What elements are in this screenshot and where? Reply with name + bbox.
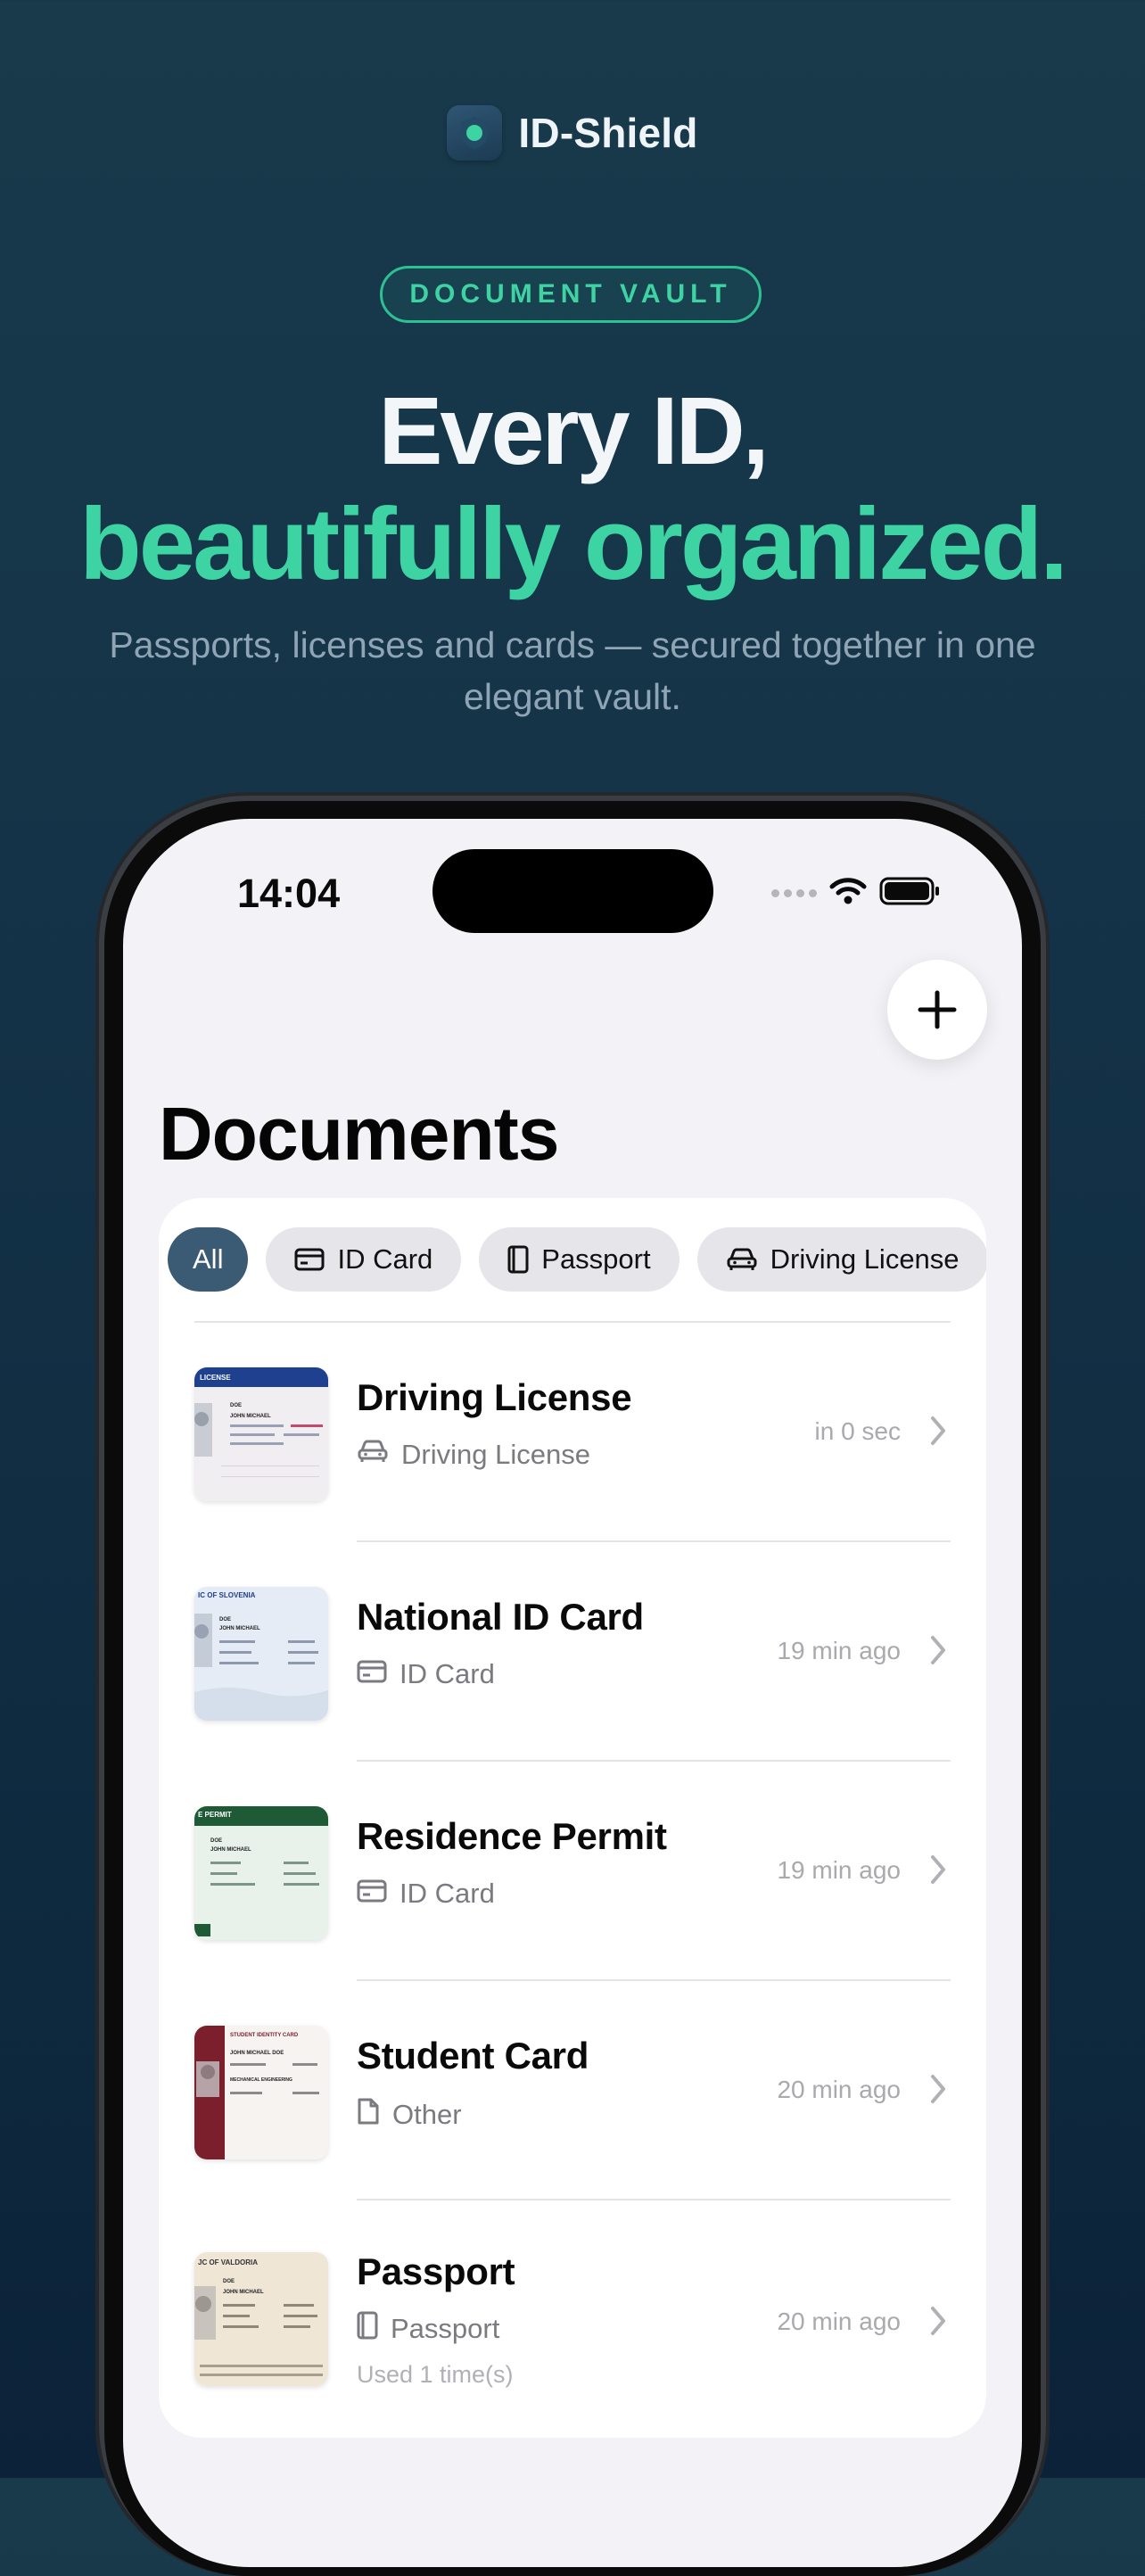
- chevron-right-icon: [926, 1632, 951, 1668]
- document-thumbnail: E PERMIT DOE JOHN MICHAEL: [194, 1806, 328, 1940]
- shield-logo-icon: [447, 105, 503, 161]
- hero-subtitle: Passports, licenses and cards — secured …: [109, 624, 1036, 717]
- document-row-residence-permit[interactable]: E PERMIT DOE JOHN MICHAEL Residence Perm…: [159, 1762, 986, 1981]
- document-time: 20 min ago: [777, 2308, 901, 2335]
- document-type-label: Driving License: [401, 1439, 590, 1470]
- dynamic-island: [432, 849, 713, 933]
- thumb-line-1: DOE: [210, 1838, 222, 1844]
- id-card-icon: [357, 1878, 387, 1910]
- thumb-header: LICENSE: [200, 1374, 231, 1382]
- thumb-line-1: JOHN MICHAEL DOE: [230, 2051, 284, 2056]
- document-title: National ID Card: [357, 1596, 644, 1638]
- document-time: 19 min ago: [777, 1856, 901, 1884]
- document-type-label: ID Card: [400, 1878, 495, 1909]
- filter-chip-driving-license[interactable]: Driving License: [696, 1227, 986, 1292]
- filter-chip-passport[interactable]: Passport: [479, 1227, 680, 1292]
- document-time: in 0 sec: [814, 1417, 902, 1445]
- chip-label: Driving License: [770, 1243, 960, 1275]
- document-type: Passport: [357, 2311, 499, 2347]
- document-row-student-card[interactable]: STUDENT IDENTITY CARD JOHN MICHAEL DOE M…: [159, 1981, 986, 2200]
- document-title: Driving License: [357, 1376, 632, 1418]
- document-thumbnail: IC OF SLOVENIA DOE JOHN MICHAEL: [194, 1587, 328, 1721]
- thumb-line-1: DOE: [230, 1403, 242, 1408]
- phone-screen: 14:04 Documents All ID Card Passport Dri…: [123, 819, 1022, 2567]
- status-indicators: [771, 876, 942, 911]
- document-row-national-id-card[interactable]: IC OF SLOVENIA DOE JOHN MICHAEL National…: [159, 1542, 986, 1762]
- plus-icon: [918, 990, 957, 1029]
- chip-label: Passport: [541, 1243, 651, 1275]
- filter-chips: All ID Card Passport Driving License: [168, 1227, 986, 1292]
- thumb-line-2: JOHN MICHAEL: [210, 1847, 251, 1853]
- page-title: Documents: [159, 1092, 559, 1176]
- chevron-right-icon: [926, 1852, 951, 1887]
- document-time: 19 min ago: [777, 1637, 901, 1664]
- document-vault-badge: DOCUMENT VAULT: [380, 266, 762, 323]
- document-title: Passport: [357, 2250, 515, 2292]
- document-type: ID Card: [357, 1658, 495, 1690]
- document-thumbnail: STUDENT IDENTITY CARD JOHN MICHAEL DOE M…: [194, 2026, 328, 2159]
- document-type-label: ID Card: [400, 1658, 495, 1689]
- chip-label: All: [193, 1243, 224, 1275]
- thumb-line-1: DOE: [219, 1617, 231, 1622]
- documents-card: All ID Card Passport Driving License LIC…: [159, 1198, 986, 2438]
- document-type: Other: [357, 2097, 462, 2133]
- passport-icon: [507, 1245, 529, 1274]
- document-type: Driving License: [357, 1439, 590, 1471]
- chevron-right-icon: [926, 2303, 951, 2339]
- thumb-line-2: JOHN MICHAEL: [219, 1626, 260, 1631]
- car-icon: [726, 1247, 758, 1272]
- headline-line-2: beautifully organized.: [79, 488, 1068, 601]
- thumb-header: STUDENT IDENTITY CARD: [230, 2033, 299, 2038]
- status-time: 14:04: [237, 871, 341, 916]
- document-row-passport[interactable]: JC OF VALDORIA DOE JOHN MICHAEL Passport: [159, 2200, 986, 2438]
- id-card-icon: [357, 1658, 387, 1690]
- add-document-button[interactable]: [887, 960, 987, 1060]
- id-card-icon: [294, 1248, 325, 1271]
- car-icon: [357, 1439, 389, 1471]
- chip-label: ID Card: [337, 1243, 433, 1275]
- chevron-right-icon: [926, 1413, 951, 1449]
- thumb-line-2: MECHANICAL ENGINEERING: [230, 2077, 292, 2083]
- document-type-label: Passport: [391, 2313, 500, 2344]
- thumb-line-2: JOHN MICHAEL: [223, 2290, 264, 2295]
- document-title: Student Card: [357, 2035, 589, 2076]
- document-usage-count: Used 1 time(s): [357, 2361, 514, 2388]
- document-thumbnail: JC OF VALDORIA DOE JOHN MICHAEL: [194, 2252, 328, 2386]
- document-type-label: Other: [392, 2099, 462, 2130]
- filter-chip-all[interactable]: All: [168, 1227, 249, 1292]
- battery-icon: [879, 876, 942, 911]
- thumb-line-2: JOHN MICHAEL: [230, 1414, 271, 1419]
- document-time: 20 min ago: [777, 2076, 901, 2103]
- document-row-driving-license[interactable]: LICENSE DOE JOHN MICHAEL Driving License: [159, 1323, 986, 1542]
- passport-icon: [357, 2311, 378, 2347]
- document-icon: [357, 2097, 380, 2133]
- headline-line-1: Every ID,: [378, 376, 769, 484]
- wifi-icon: [829, 877, 867, 910]
- document-title: Residence Permit: [357, 1815, 667, 1857]
- filter-chip-id-card[interactable]: ID Card: [266, 1227, 462, 1292]
- thumb-header: E PERMIT: [198, 1811, 232, 1819]
- chevron-right-icon: [926, 2071, 951, 2107]
- cellular-signal-icon: [771, 889, 817, 897]
- document-type: ID Card: [357, 1878, 495, 1910]
- thumb-line-1: DOE: [223, 2279, 235, 2284]
- brand-name: ID-Shield: [518, 110, 698, 156]
- thumb-header: IC OF SLOVENIA: [198, 1591, 256, 1599]
- brand-header: ID-Shield: [0, 105, 1145, 161]
- thumb-header: JC OF VALDORIA: [198, 2258, 258, 2266]
- document-thumbnail: LICENSE DOE JOHN MICHAEL: [194, 1367, 328, 1501]
